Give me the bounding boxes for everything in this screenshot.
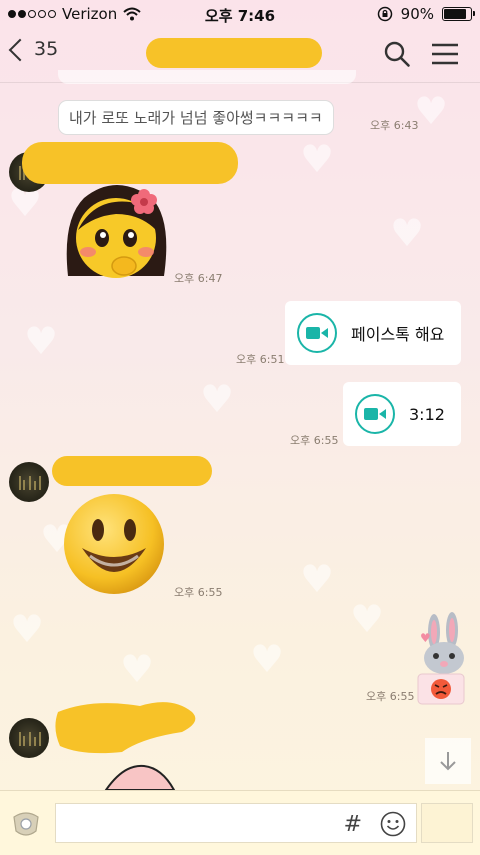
send-button[interactable] [421,803,473,843]
hamburger-menu-icon[interactable] [431,40,459,68]
facetalk-call-bubble[interactable]: 페이스톡 해요 [285,301,461,365]
avatar[interactable] [9,462,49,502]
background-heart: ♥ [200,377,235,421]
svg-text:♥: ♥ [420,631,431,645]
background-heart: ♥ [300,137,335,181]
unread-count: 35 [34,38,59,60]
message-bubble-text[interactable]: 내가 로또 노래가 넘넘 좋아썽ㅋㅋㅋㅋㅋ [58,100,334,135]
sender-name-redacted [22,142,238,184]
status-right: 90% [377,5,475,23]
battery-icon [442,7,475,21]
message-timestamp: 오후 6:43 [370,119,419,132]
avatar[interactable] [9,718,49,758]
call-duration-bubble[interactable]: 3:12 [343,382,461,446]
search-icon[interactable] [383,40,411,68]
message-input[interactable]: # [55,803,417,843]
hashtag-search-button[interactable]: # [344,812,362,837]
status-bar: Verizon 오후 7:46 90% [0,0,480,28]
background-heart: ♥ [24,319,59,363]
girl-emoticon-sticker[interactable] [60,180,172,288]
background-heart: ♥ [414,89,449,133]
arrow-down-icon [440,752,456,771]
smiley-icon[interactable] [380,811,406,837]
message-timestamp: 오후 6:55 [174,586,223,599]
sender-name-redacted [55,702,196,754]
video-call-icon [297,313,337,353]
sender-name-redacted [52,456,212,486]
call-duration-label: 3:12 [409,404,445,424]
background-heart: ♥ [390,211,425,255]
background-heart: ♥ [10,607,45,651]
message-timestamp: 오후 6:47 [174,272,223,285]
message-timestamp: 오후 6:55 [366,690,415,703]
chat-title-redacted [146,38,322,68]
smiley-emoticon-sticker[interactable] [60,492,168,596]
message-timestamp: 오후 6:51 [236,353,285,366]
message-timestamp: 오후 6:55 [290,434,339,447]
add-attachment-button[interactable] [10,809,42,839]
facetalk-label: 페이스톡 해요 [351,325,445,344]
background-heart: ♥ [350,597,385,641]
rotation-lock-icon [377,6,392,22]
background-heart: ♥ [250,637,285,681]
partial-sticker[interactable] [104,764,176,790]
scroll-to-bottom-button[interactable] [425,738,471,784]
battery-percent: 90% [400,5,434,23]
chevron-left-icon [8,38,32,62]
video-call-icon [355,394,395,434]
back-button[interactable]: 35 [8,38,59,62]
previous-message-bubble [58,70,356,84]
battery-fill [444,9,466,19]
bunny-sticker[interactable]: ♥ [414,612,470,706]
message-input-bar: # [0,790,480,855]
background-heart: ♥ [300,557,335,601]
background-heart: ♥ [120,647,155,691]
